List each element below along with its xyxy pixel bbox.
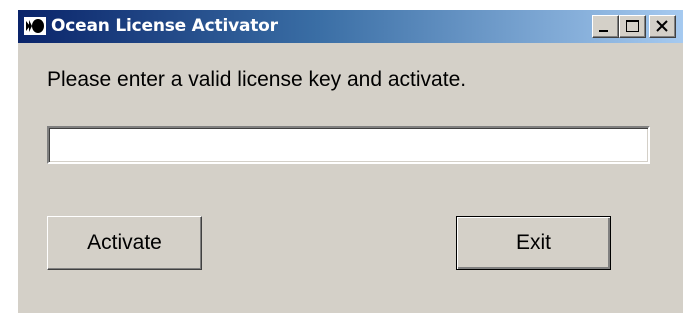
ocean-logo-icon[interactable] <box>24 17 46 35</box>
exit-button[interactable]: Exit <box>456 216 611 270</box>
license-activator-window: Ocean License Activator Please enter a v… <box>17 9 683 313</box>
close-icon <box>656 20 668 32</box>
title-bar[interactable]: Ocean License Activator <box>18 10 683 43</box>
maximize-button[interactable] <box>619 15 646 38</box>
close-button[interactable] <box>649 15 676 38</box>
minimize-icon <box>599 30 608 32</box>
window-title: Ocean License Activator <box>51 16 278 36</box>
maximize-icon <box>626 20 639 32</box>
license-key-input[interactable] <box>47 126 650 164</box>
minimize-button[interactable] <box>592 15 619 38</box>
activate-button[interactable]: Activate <box>47 216 202 270</box>
instruction-text: Please enter a valid license key and act… <box>47 68 467 91</box>
